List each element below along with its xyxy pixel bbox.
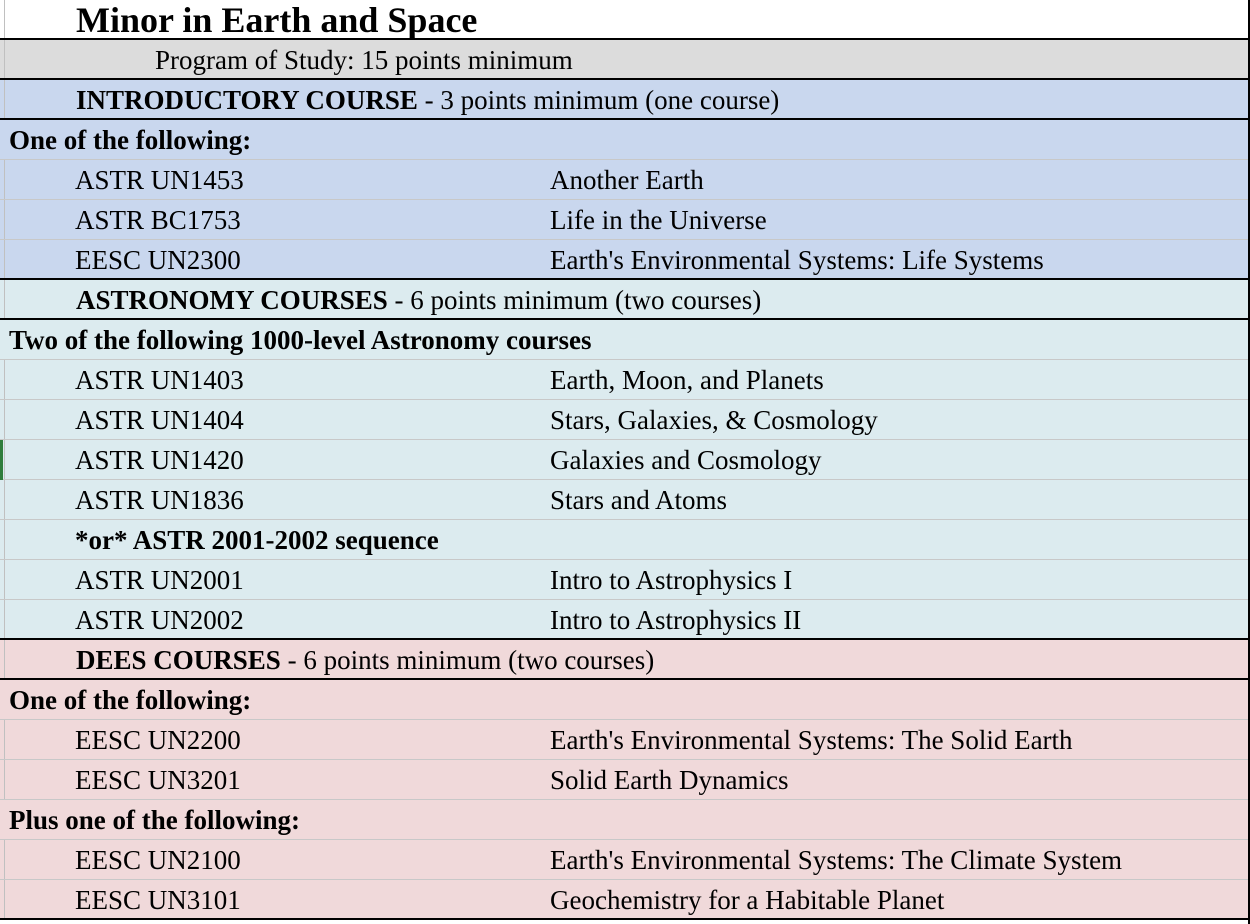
minor-title: Minor in Earth and Space xyxy=(76,0,478,40)
course-row[interactable]: ASTR UN1404 Stars, Galaxies, & Cosmology xyxy=(0,400,1248,440)
row-header-cell xyxy=(0,840,5,879)
course-name: Another Earth xyxy=(550,165,704,195)
row-header-cell xyxy=(0,360,5,399)
dees-label-one: One of the following: xyxy=(9,685,252,715)
row-header-cell xyxy=(0,880,5,918)
row-header-cell xyxy=(0,240,5,278)
course-row[interactable]: ASTR BC1753 Life in the Universe xyxy=(0,200,1248,240)
course-row[interactable]: EESC UN2200 Earth's Environmental System… xyxy=(0,720,1248,760)
astro-heading-bold: ASTRONOMY COURSES xyxy=(76,285,388,315)
course-name: Solid Earth Dynamics xyxy=(550,765,789,795)
row-header-cell xyxy=(0,640,5,678)
course-name: Earth's Environmental Systems: The Clima… xyxy=(550,845,1123,875)
course-code: ASTR UN1836 xyxy=(75,485,244,515)
astro-label-row[interactable]: Two of the following 1000-level Astronom… xyxy=(0,320,1248,360)
intro-heading-bold: INTRODUCTORY COURSE xyxy=(76,85,418,115)
course-row[interactable]: EESC UN2300 Earth's Environmental System… xyxy=(0,240,1248,280)
course-name: Earth, Moon, and Planets xyxy=(550,365,824,395)
course-code: ASTR UN2001 xyxy=(75,565,244,595)
dees-heading-bold: DEES COURSES xyxy=(76,645,281,675)
course-name: Galaxies and Cosmology xyxy=(550,445,822,475)
course-code: ASTR UN1420 xyxy=(75,445,244,475)
intro-heading-row[interactable]: INTRODUCTORY COURSE - 3 points minimum (… xyxy=(0,80,1248,120)
dees-heading: DEES COURSES - 6 points minimum (two cou… xyxy=(76,640,654,680)
intro-label-row[interactable]: One of the following: xyxy=(0,120,1248,160)
row-header-cell xyxy=(0,760,5,799)
astro-sequence-row[interactable]: *or* ASTR 2001-2002 sequence xyxy=(0,520,1248,560)
course-code: ASTR BC1753 xyxy=(75,205,241,235)
dees-label-two: Plus one of the following: xyxy=(9,805,301,835)
course-code: ASTR UN1404 xyxy=(75,405,244,435)
program-points: Program of Study: 15 points minimum xyxy=(155,45,573,75)
course-row[interactable]: ASTR UN1453 Another Earth xyxy=(0,160,1248,200)
row-header-cell xyxy=(0,160,5,199)
row-header-cell xyxy=(0,80,5,118)
course-name: Earth's Environmental Systems: The Solid… xyxy=(550,725,1073,755)
row-header-cell xyxy=(0,600,5,638)
dees-heading-row[interactable]: DEES COURSES - 6 points minimum (two cou… xyxy=(0,640,1248,680)
course-code: EESC UN3201 xyxy=(75,765,241,795)
course-code: EESC UN2100 xyxy=(75,845,241,875)
course-name: Intro to Astrophysics I xyxy=(550,565,793,595)
course-name: Intro to Astrophysics II xyxy=(550,605,802,635)
course-row[interactable]: ASTR UN1836 Stars and Atoms xyxy=(0,480,1248,520)
course-name: Geochemistry for a Habitable Planet xyxy=(550,885,945,915)
astro-heading-row[interactable]: ASTRONOMY COURSES - 6 points minimum (tw… xyxy=(0,280,1248,320)
course-row[interactable]: ASTR UN1420 Galaxies and Cosmology xyxy=(0,440,1248,480)
course-row[interactable]: ASTR UN2001 Intro to Astrophysics I xyxy=(0,560,1248,600)
astro-sequence-label: *or* ASTR 2001-2002 sequence xyxy=(75,525,439,555)
intro-label: One of the following: xyxy=(9,125,252,155)
course-code: EESC UN3101 xyxy=(75,885,241,915)
intro-heading: INTRODUCTORY COURSE - 3 points minimum (… xyxy=(76,80,779,120)
astro-heading: ASTRONOMY COURSES - 6 points minimum (tw… xyxy=(76,280,761,320)
spreadsheet: Minor in Earth and Space Program of Stud… xyxy=(0,0,1250,924)
row-header-cell xyxy=(0,520,5,559)
course-name: Life in the Universe xyxy=(550,205,767,235)
row-header-cell xyxy=(0,280,5,318)
course-row[interactable]: ASTR UN2002 Intro to Astrophysics II xyxy=(0,600,1248,640)
course-code: EESC UN2300 xyxy=(75,245,241,275)
course-name: Earth's Environmental Systems: Life Syst… xyxy=(550,245,1044,275)
course-code: EESC UN2200 xyxy=(75,725,241,755)
course-name: Stars and Atoms xyxy=(550,485,728,515)
astro-heading-rest: - 6 points minimum (two courses) xyxy=(387,285,762,315)
astro-label: Two of the following 1000-level Astronom… xyxy=(9,325,592,355)
dees-label-row[interactable]: One of the following: xyxy=(0,680,1248,720)
row-header-cell xyxy=(0,480,5,519)
dees-label-row[interactable]: Plus one of the following: xyxy=(0,800,1248,840)
row-header-cell xyxy=(0,40,5,78)
course-code: ASTR UN2002 xyxy=(75,605,244,635)
dees-heading-rest: - 6 points minimum (two courses) xyxy=(280,645,655,675)
course-name: Stars, Galaxies, & Cosmology xyxy=(550,405,878,435)
row-header-cell xyxy=(0,560,5,599)
title-row[interactable]: Minor in Earth and Space xyxy=(0,0,1248,40)
row-selection-marker xyxy=(0,440,3,480)
row-header-cell xyxy=(0,0,5,38)
program-row[interactable]: Program of Study: 15 points minimum xyxy=(0,40,1248,80)
course-code: ASTR UN1453 xyxy=(75,165,244,195)
course-code: ASTR UN1403 xyxy=(75,365,244,395)
row-header-cell xyxy=(0,200,5,239)
row-header-cell xyxy=(0,400,5,439)
course-row[interactable]: ASTR UN1403 Earth, Moon, and Planets xyxy=(0,360,1248,400)
course-row[interactable]: EESC UN2100 Earth's Environmental System… xyxy=(0,840,1248,880)
course-row[interactable]: EESC UN3101 Geochemistry for a Habitable… xyxy=(0,880,1248,920)
intro-heading-rest: - 3 points minimum (one course) xyxy=(417,85,780,115)
row-header-cell xyxy=(0,720,5,759)
course-row[interactable]: EESC UN3201 Solid Earth Dynamics xyxy=(0,760,1248,800)
